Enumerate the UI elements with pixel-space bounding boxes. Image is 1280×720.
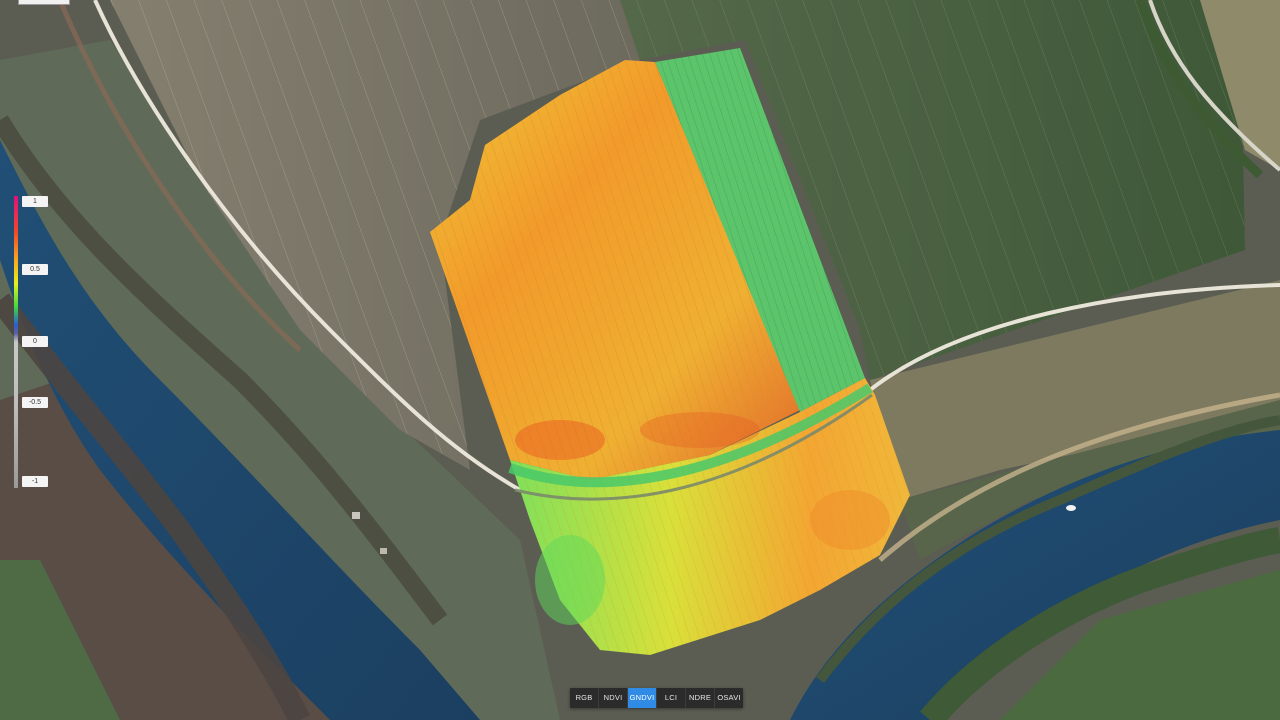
index-button-ndre[interactable]: NDRE	[686, 688, 715, 708]
legend-label-minus-1: -1	[22, 476, 48, 487]
index-toolbar: RGB NDVI GNDVI LCI NDRE OSAVI	[570, 688, 743, 708]
gndvi-hotspot-3	[810, 490, 890, 550]
index-button-rgb[interactable]: RGB	[570, 688, 599, 708]
scale-indicator	[18, 0, 70, 5]
satellite-map[interactable]	[0, 0, 1280, 720]
gndvi-hotspot-2	[640, 412, 760, 448]
index-button-osavi[interactable]: OSAVI	[715, 688, 743, 708]
gndvi-legend: 1 0.5 0 -0.5 -1	[14, 196, 48, 488]
boat	[1066, 505, 1076, 511]
index-button-ndvi[interactable]: NDVI	[599, 688, 628, 708]
legend-color-ramp	[14, 196, 18, 488]
legend-label-0: 0	[22, 336, 48, 347]
gndvi-lowspot-1	[535, 535, 605, 625]
farm-building	[352, 512, 360, 519]
index-button-lci[interactable]: LCI	[657, 688, 686, 708]
farm-building-2	[380, 548, 387, 554]
legend-label-1: 1	[22, 196, 48, 207]
gndvi-hotspot-1	[515, 420, 605, 460]
legend-label-0-5: 0.5	[22, 264, 48, 275]
legend-label-minus-0-5: -0.5	[22, 397, 48, 408]
index-button-gndvi[interactable]: GNDVI	[628, 688, 657, 708]
